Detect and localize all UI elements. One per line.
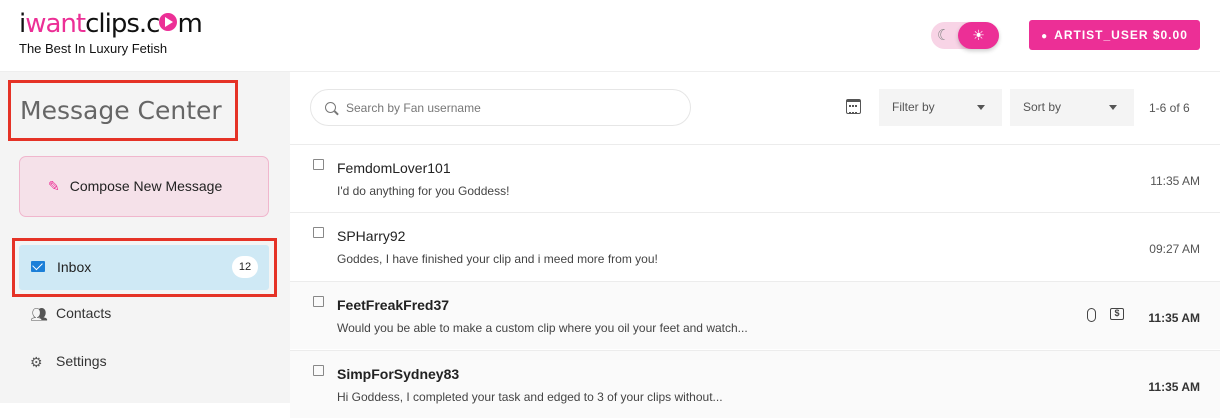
message-preview: Hi Goddess, I completed your task and ed… <box>337 390 723 404</box>
message-time: 11:35 AM <box>1150 174 1200 188</box>
user-button-label: ARTIST_USER $0.00 <box>1054 28 1188 42</box>
person-icon: ● <box>1041 31 1049 42</box>
message-time: 09:27 AM <box>1149 242 1200 256</box>
contacts-icon: 👥︎ <box>30 306 48 322</box>
moon-icon: ☾ <box>937 27 951 44</box>
tip-icon: $ <box>1110 308 1124 320</box>
filter-label: Filter by <box>892 100 935 114</box>
sort-select[interactable]: Sort by <box>1010 89 1134 126</box>
message-row[interactable]: SPHarry92 Goddes, I have finished your c… <box>290 212 1220 280</box>
sidebar-item-inbox[interactable]: Inbox 12 <box>19 245 269 290</box>
sidebar-item-contacts[interactable]: 👥︎ Contacts <box>19 294 269 334</box>
sun-icon: ☀ <box>958 22 999 49</box>
play-icon <box>159 13 178 31</box>
pencil-icon: ✎ <box>48 178 60 194</box>
theme-toggle[interactable]: ☾ ☀ <box>931 22 999 49</box>
filter-select[interactable]: Filter by <box>879 89 1002 126</box>
sort-label: Sort by <box>1023 100 1062 114</box>
sidebar-item-label: Settings <box>56 353 107 369</box>
logo-text-part: clips.c <box>85 9 160 39</box>
search-icon <box>325 102 336 113</box>
mail-icon <box>31 261 45 272</box>
chevron-down-icon <box>1109 105 1117 110</box>
logo-text-part: m <box>177 9 202 39</box>
tagline: The Best In Luxury Fetish <box>19 41 168 56</box>
unread-count-badge: 12 <box>232 256 258 278</box>
message-preview: I'd do anything for you Goddess! <box>337 184 510 198</box>
row-checkbox[interactable] <box>313 296 324 307</box>
calendar-icon[interactable] <box>846 99 861 114</box>
row-checkbox[interactable] <box>313 227 324 238</box>
row-checkbox[interactable] <box>313 159 324 170</box>
search-input[interactable] <box>346 99 676 117</box>
message-time: 11:35 AM <box>1148 380 1200 394</box>
message-preview: Goddes, I have finished your clip and i … <box>337 252 658 266</box>
message-sender: SPHarry92 <box>337 228 406 244</box>
compose-label: Compose New Message <box>69 178 223 194</box>
message-row[interactable]: FeetFreakFred37 Would you be able to mak… <box>290 281 1220 349</box>
message-sender: FemdomLover101 <box>337 160 451 176</box>
logo-text-accent: want <box>25 9 86 39</box>
gear-icon: ⚙ <box>30 354 43 370</box>
compose-button[interactable]: ✎ Compose New Message <box>19 156 269 217</box>
message-list-panel: Filter by Sort by 1-6 of 6 FemdomLover10… <box>290 72 1220 418</box>
chevron-down-icon <box>977 105 985 110</box>
pagination-range: 1-6 of 6 <box>1149 101 1190 115</box>
app-header: iwantclips.c m The Best In Luxury Fetish … <box>0 0 1220 72</box>
message-row[interactable]: SimpForSydney83 Hi Goddess, I completed … <box>290 350 1220 418</box>
message-sender: FeetFreakFred37 <box>337 297 450 313</box>
message-sender: SimpForSydney83 <box>337 366 460 382</box>
message-preview: Would you be able to make a custom clip … <box>337 321 748 335</box>
sidebar-item-label: Inbox <box>57 259 92 275</box>
message-time: 11:35 AM <box>1148 311 1200 325</box>
page-title: Message Center <box>8 80 238 141</box>
user-account-button[interactable]: ● ARTIST_USER $0.00 <box>1029 20 1200 50</box>
sidebar: Message Center ✎ Compose New Message Inbo… <box>0 72 290 403</box>
message-row[interactable]: FemdomLover101 I'd do anything for you G… <box>290 144 1220 212</box>
search-box <box>310 89 691 126</box>
logo[interactable]: iwantclips.c m <box>19 9 203 39</box>
sidebar-item-label: Contacts <box>56 305 112 321</box>
sidebar-item-settings[interactable]: ⚙ Settings <box>19 342 269 382</box>
row-checkbox[interactable] <box>313 365 324 376</box>
attachment-icon <box>1087 308 1096 322</box>
